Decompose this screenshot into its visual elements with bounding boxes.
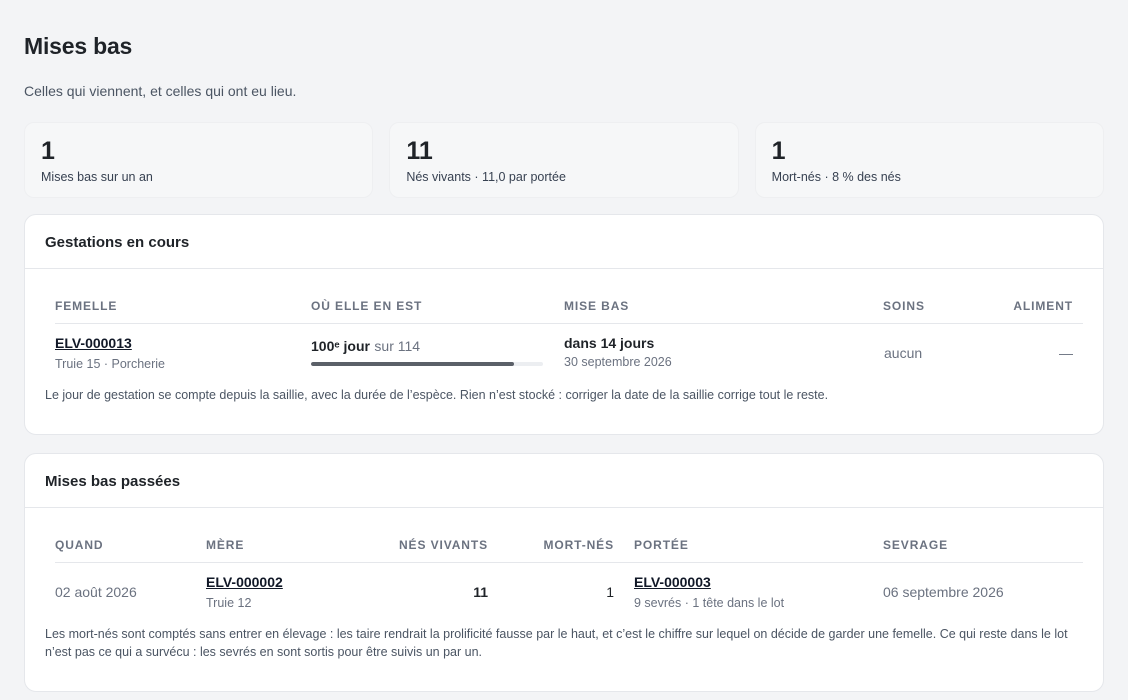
portee-cell: ELV-000003 9 sevrés · 1 tête dans le lot: [634, 574, 784, 610]
column-header-mort-nes: Mort-nés: [543, 538, 614, 552]
soins-value: aucun: [884, 345, 923, 361]
column-header-nes-vivants: Nés vivants: [398, 538, 488, 552]
mort-nes-value: 1: [606, 584, 614, 600]
column-header-mere: Mère: [206, 538, 245, 552]
column-header-aliment: Aliment: [1013, 299, 1073, 313]
passees-table: Quand Mère Nés vivants Mort-nés Portée S…: [25, 508, 1103, 692]
progress-fill: [311, 362, 515, 366]
gestation-total: sur 114: [374, 338, 421, 354]
stat-card-mises-bas: 1 Mises bas sur un an: [24, 122, 374, 198]
aliment-value: —: [1059, 345, 1073, 361]
portee-sub: 9 sevrés · 1 tête dans le lot: [634, 596, 785, 610]
sevrage-date: 06 septembre 2026: [883, 584, 1004, 600]
mise-bas-date: 02 août 2026: [55, 584, 137, 600]
portee-link[interactable]: ELV-000003: [634, 574, 711, 590]
column-header-soins: Soins: [883, 299, 925, 313]
mere-sub: Truie 12: [206, 596, 252, 610]
gestation-progress: 100ᵉ jour sur 114: [311, 338, 543, 366]
stat-label: Mises bas sur un an: [41, 170, 153, 184]
mise-bas-cell: dans 14 jours 30 septembre 2026: [564, 335, 672, 369]
card-title: Gestations en cours: [25, 215, 1103, 269]
stat-label: Nés vivants · 11,0 par portée: [406, 170, 566, 184]
due-in: dans 14 jours: [564, 335, 655, 351]
stat-value: 11: [406, 137, 433, 165]
column-header-sevrage: Sevrage: [883, 538, 948, 552]
card-title: Mises bas passées: [25, 454, 1103, 508]
stat-value: 1: [41, 137, 55, 165]
page-subtitle: Celles qui viennent, et celles qui ont e…: [24, 83, 297, 99]
passees-note: Les mort-nés sont comptés sans entrer en…: [45, 627, 1068, 659]
femelle-link[interactable]: ELV-000013: [55, 335, 132, 351]
stat-card-mort-nes: 1 Mort-nés · 8 % des nés: [754, 122, 1104, 198]
mises-bas-passees-card: Mises bas passées Quand Mère Nés vivants…: [24, 453, 1104, 692]
table-divider: [55, 323, 1083, 324]
column-header-portee: Portée: [634, 538, 689, 552]
column-header-quand: Quand: [55, 538, 104, 552]
table-row: ELV-000013 Truie 15 · Porcherie: [55, 335, 165, 371]
femelle-location: Truie 15 · Porcherie: [55, 357, 165, 371]
stat-card-nes-vivants: 11 Nés vivants · 11,0 par portée: [389, 122, 739, 198]
due-date: 30 septembre 2026: [564, 355, 672, 369]
mere-link[interactable]: ELV-000002: [206, 574, 283, 590]
stats-row: 1 Mises bas sur un an 11 Nés vivants · 1…: [24, 122, 1104, 198]
gestation-day: 100ᵉ jour: [311, 338, 370, 354]
column-header-progress: Où elle en est: [311, 299, 423, 313]
nes-vivants-value: 11: [473, 584, 488, 600]
gestation-progress-bar: [311, 362, 543, 366]
stat-label: Mort-nés · 8 % des nés: [771, 170, 901, 184]
mere-cell: ELV-000002 Truie 12: [206, 574, 283, 610]
table-divider: [55, 562, 1083, 563]
gestation-note: Le jour de gestation se compte depuis la…: [45, 388, 829, 402]
column-header-femelle: Femelle: [55, 299, 118, 313]
stat-value: 1: [771, 137, 786, 165]
gestations-card: Gestations en cours Femelle Où elle en e…: [24, 214, 1104, 435]
page-title: Mises bas: [24, 33, 133, 59]
column-header-mise-bas: Mise bas: [564, 299, 630, 313]
gestations-table: Femelle Où elle en est Mise bas Soins Al…: [25, 269, 1103, 435]
